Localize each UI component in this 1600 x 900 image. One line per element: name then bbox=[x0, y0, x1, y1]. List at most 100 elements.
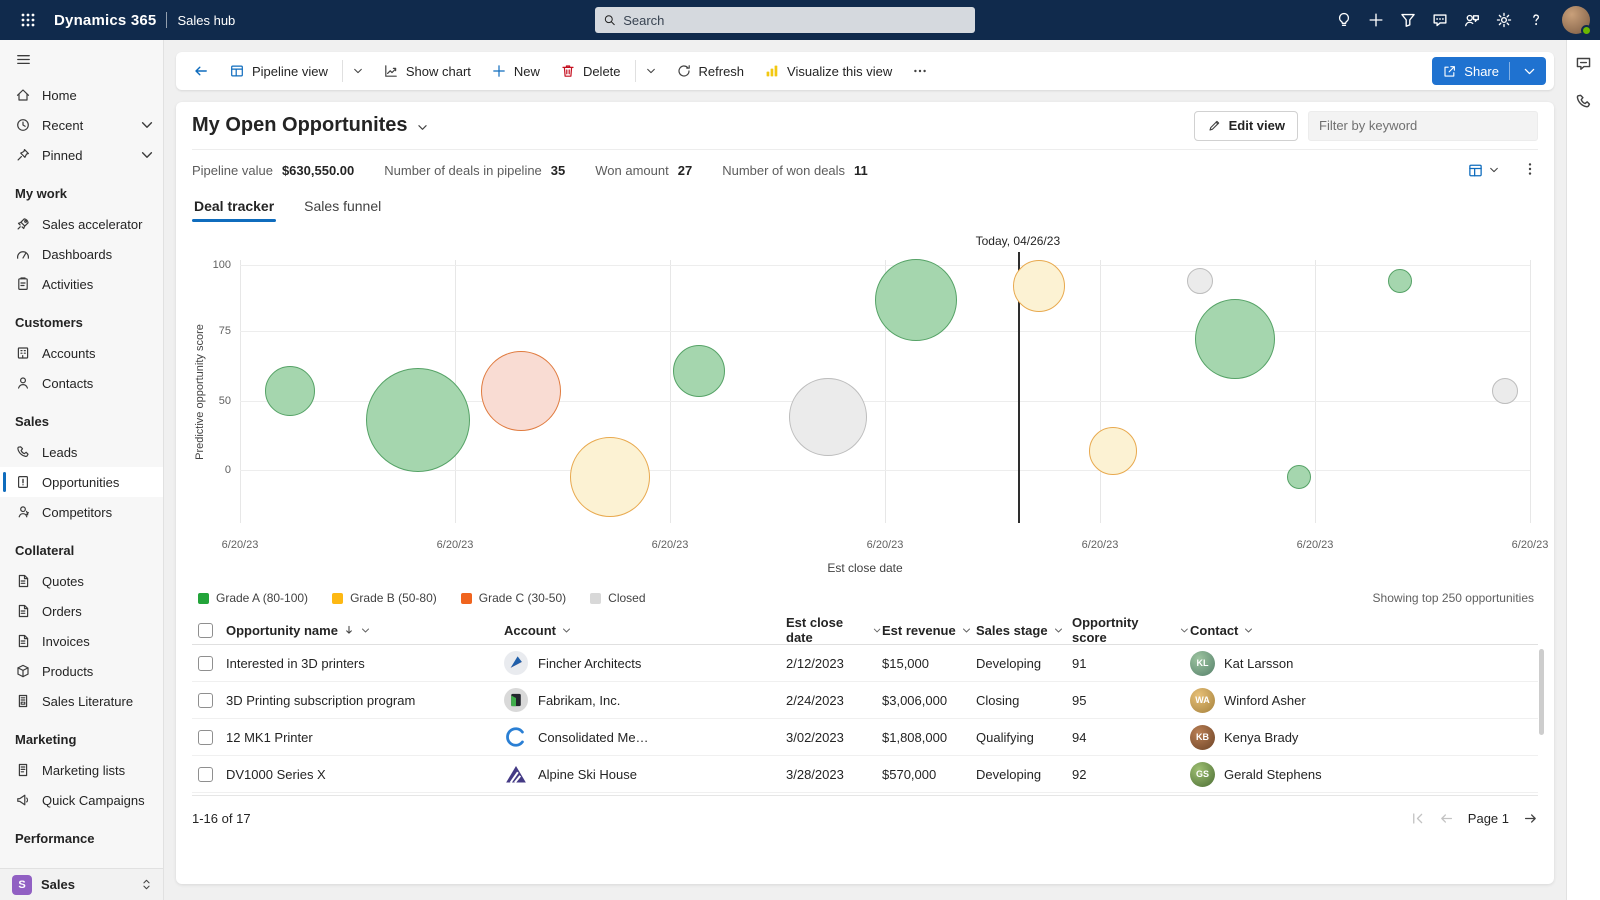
chart-bubble[interactable] bbox=[265, 366, 315, 416]
show-chart-button[interactable]: Show chart bbox=[374, 56, 480, 86]
sidebar-collapse-button[interactable] bbox=[0, 40, 163, 78]
column-header-sales-stage[interactable]: Sales stage bbox=[976, 623, 1072, 638]
first-page-button[interactable] bbox=[1410, 811, 1425, 826]
chart-bubble[interactable] bbox=[875, 259, 957, 341]
chart-bubble[interactable] bbox=[366, 368, 470, 472]
sidebar-item-invoices[interactable]: Invoices bbox=[0, 626, 163, 656]
app-launcher-button[interactable] bbox=[12, 4, 44, 36]
contact-cell[interactable]: GSGerald Stephens bbox=[1190, 762, 1538, 787]
sidebar-item-competitors[interactable]: Competitors bbox=[0, 497, 163, 527]
table-scrollbar[interactable] bbox=[1539, 649, 1544, 735]
area-switcher[interactable]: S Sales bbox=[0, 868, 163, 900]
tab-sales-funnel[interactable]: Sales funnel bbox=[302, 194, 383, 222]
table-row[interactable]: Interested in 3D printersFincher Archite… bbox=[192, 645, 1538, 682]
visualize-view-button[interactable]: Visualize this view bbox=[755, 56, 901, 86]
account-cell[interactable]: Fincher Architects bbox=[504, 651, 786, 675]
plus-button[interactable] bbox=[1360, 4, 1392, 36]
new-button[interactable]: New bbox=[482, 56, 549, 86]
back-button[interactable] bbox=[184, 56, 218, 86]
column-header-account[interactable]: Account bbox=[504, 623, 786, 638]
user-avatar[interactable] bbox=[1562, 6, 1590, 34]
sidebar-item-contacts[interactable]: Contacts bbox=[0, 368, 163, 398]
filter-keyword-input[interactable] bbox=[1308, 111, 1538, 141]
column-header-opportunity-name[interactable]: Opportunity name bbox=[226, 623, 504, 638]
sidebar-item-activities[interactable]: Activities bbox=[0, 269, 163, 299]
funnel-button[interactable] bbox=[1392, 4, 1424, 36]
pipeline-view-button[interactable]: Pipeline view bbox=[220, 56, 337, 86]
page-title[interactable]: My Open Opportunites bbox=[192, 114, 429, 137]
chart-bubble[interactable] bbox=[1089, 427, 1137, 475]
chart-bubble[interactable] bbox=[1287, 465, 1311, 489]
contact-cell[interactable]: WAWinford Asher bbox=[1190, 688, 1538, 713]
contact-cell[interactable]: KLKat Larsson bbox=[1190, 651, 1538, 676]
chart-bubble[interactable] bbox=[1187, 268, 1213, 294]
sidebar-item-dashboards[interactable]: Dashboards bbox=[0, 239, 163, 269]
opportunity-name-cell[interactable]: 3D Printing subscription program bbox=[226, 693, 504, 708]
global-search-box[interactable] bbox=[595, 7, 975, 33]
share-button[interactable]: Share bbox=[1432, 57, 1546, 85]
column-header-est-close-date[interactable]: Est close date bbox=[786, 615, 882, 645]
row-checkbox[interactable] bbox=[198, 656, 213, 671]
feedback-button[interactable] bbox=[1456, 4, 1488, 36]
chart-bubble[interactable] bbox=[481, 351, 561, 431]
sidebar-item-products[interactable]: Products bbox=[0, 656, 163, 686]
select-all-checkbox[interactable] bbox=[198, 623, 213, 638]
table-row[interactable]: 3D Printing subscription programFabrikam… bbox=[192, 682, 1538, 719]
column-header-contact[interactable]: Contact bbox=[1190, 623, 1538, 638]
chart-bubble[interactable] bbox=[789, 378, 867, 456]
column-header-opportnity-score[interactable]: Opportnity score bbox=[1072, 615, 1190, 645]
chart-bubble[interactable] bbox=[570, 437, 650, 517]
sidebar-item-pinned[interactable]: Pinned bbox=[0, 140, 163, 170]
delete-button[interactable]: Delete bbox=[551, 56, 630, 86]
account-cell[interactable]: Fabrikam, Inc. bbox=[504, 688, 786, 712]
sidebar-item-home[interactable]: Home bbox=[0, 80, 163, 110]
tab-deal-tracker[interactable]: Deal tracker bbox=[192, 194, 276, 222]
chart-bubble[interactable] bbox=[673, 345, 725, 397]
delete-split-chevron-button[interactable] bbox=[641, 56, 665, 86]
chat-button[interactable] bbox=[1424, 4, 1456, 36]
copilot-chat-button[interactable] bbox=[1574, 54, 1593, 76]
search-input[interactable] bbox=[623, 13, 967, 28]
more-commands-button[interactable] bbox=[903, 56, 937, 86]
column-header-est-revenue[interactable]: Est revenue bbox=[882, 623, 976, 638]
help-button[interactable] bbox=[1520, 4, 1552, 36]
chart-bubble[interactable] bbox=[1195, 299, 1275, 379]
table-row[interactable]: DV1000 Series XAlpine Ski House3/28/2023… bbox=[192, 756, 1538, 793]
contact-cell[interactable]: KBKenya Brady bbox=[1190, 725, 1538, 750]
sidebar-item-opportunities[interactable]: Opportunities bbox=[0, 467, 163, 497]
table-row[interactable]: 12 MK1 PrinterConsolidated Me…3/02/2023$… bbox=[192, 719, 1538, 756]
sidebar-item-sales-accelerator[interactable]: Sales accelerator bbox=[0, 209, 163, 239]
refresh-button[interactable]: Refresh bbox=[667, 56, 754, 86]
row-checkbox[interactable] bbox=[198, 767, 213, 782]
sidebar-item-orders[interactable]: Orders bbox=[0, 596, 163, 626]
opportunity-name-cell[interactable]: 12 MK1 Printer bbox=[226, 730, 504, 745]
sidebar-item-accounts[interactable]: Accounts bbox=[0, 338, 163, 368]
sidebar-item-recent[interactable]: Recent bbox=[0, 110, 163, 140]
more-options-kebab-button[interactable] bbox=[1522, 161, 1538, 180]
next-page-button[interactable] bbox=[1523, 811, 1538, 826]
account-cell[interactable]: Consolidated Me… bbox=[504, 725, 786, 749]
opportunity-name-cell[interactable]: DV1000 Series X bbox=[226, 767, 504, 782]
chart-bubble[interactable] bbox=[1388, 269, 1412, 293]
app-name[interactable]: Sales hub bbox=[177, 13, 235, 28]
phone-dialer-button[interactable] bbox=[1574, 92, 1593, 114]
account-cell[interactable]: Alpine Ski House bbox=[504, 762, 786, 786]
sidebar-item-quick-campaigns[interactable]: Quick Campaigns bbox=[0, 785, 163, 815]
row-checkbox[interactable] bbox=[198, 693, 213, 708]
chart-bubble[interactable] bbox=[1013, 260, 1065, 312]
sidebar-item-sales-literature[interactable]: Sales Literature bbox=[0, 686, 163, 716]
chat-bubble-icon bbox=[1574, 54, 1593, 73]
row-checkbox[interactable] bbox=[198, 730, 213, 745]
view-selector-chevron-button[interactable] bbox=[348, 56, 372, 86]
sidebar-item-leads[interactable]: Leads bbox=[0, 437, 163, 467]
sidebar-item-label: Leads bbox=[42, 445, 77, 460]
sidebar-item-marketing-lists[interactable]: Marketing lists bbox=[0, 755, 163, 785]
previous-page-button[interactable] bbox=[1439, 811, 1454, 826]
share-chevron-icon bbox=[1522, 64, 1537, 79]
edit-view-button[interactable]: Edit view bbox=[1194, 111, 1298, 141]
gear-button[interactable] bbox=[1488, 4, 1520, 36]
layout-switcher-button[interactable] bbox=[1467, 162, 1500, 179]
lightbulb-button[interactable] bbox=[1328, 4, 1360, 36]
opportunity-name-cell[interactable]: Interested in 3D printers bbox=[226, 656, 504, 671]
sidebar-item-quotes[interactable]: Quotes bbox=[0, 566, 163, 596]
